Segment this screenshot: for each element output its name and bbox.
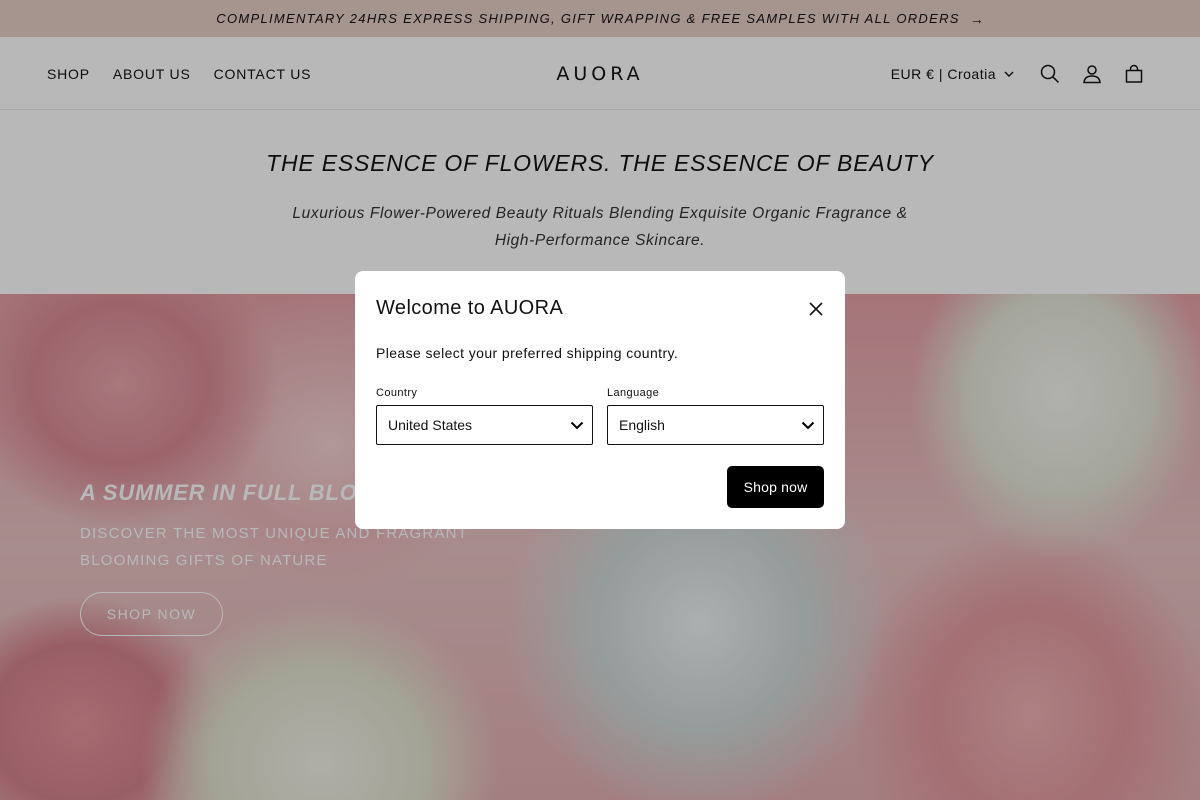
modal-description: Please select your preferred shipping co… bbox=[376, 345, 679, 361]
country-select[interactable]: United States bbox=[376, 405, 593, 445]
modal-close-button[interactable] bbox=[803, 296, 829, 322]
modal-title: Welcome to AUORA bbox=[376, 297, 564, 319]
language-select[interactable]: English bbox=[607, 405, 824, 445]
chevron-down-icon bbox=[570, 421, 584, 429]
language-value: English bbox=[619, 417, 665, 433]
country-label: Country bbox=[376, 387, 418, 399]
chevron-down-icon bbox=[801, 421, 815, 429]
language-label: Language bbox=[607, 387, 660, 399]
country-selector-modal: Welcome to AUORA Please select your pref… bbox=[355, 271, 845, 529]
close-icon bbox=[809, 302, 823, 316]
country-value: United States bbox=[388, 417, 473, 433]
shop-now-button[interactable]: Shop now bbox=[727, 466, 824, 508]
